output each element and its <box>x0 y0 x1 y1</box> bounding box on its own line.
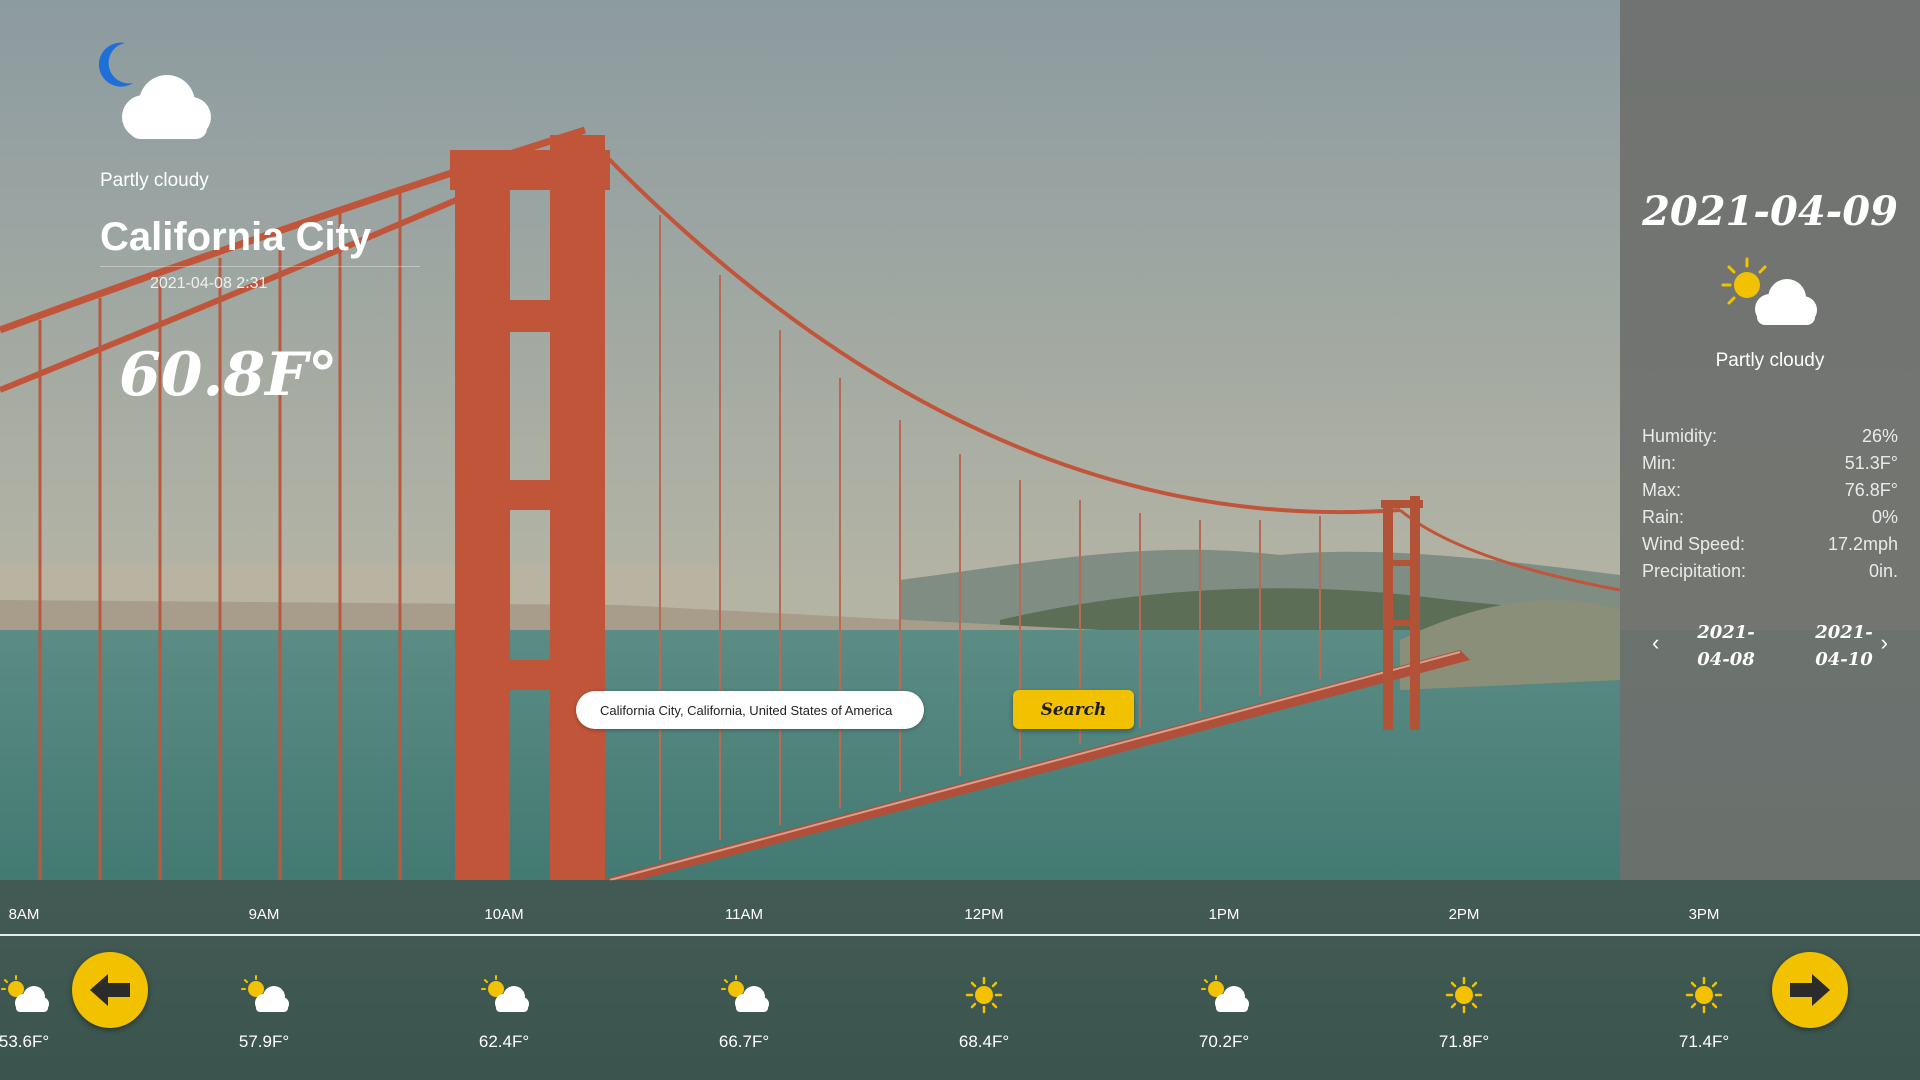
hour-temperature: 68.4F° <box>958 1032 1010 1051</box>
hour-label: 3PM <box>1688 906 1720 923</box>
sun-cloud-icon <box>481 975 529 1012</box>
city-name: California City <box>100 215 420 267</box>
scroll-right-button[interactable] <box>1772 952 1848 1028</box>
stat-label: Min: <box>1642 453 1677 473</box>
location-search-input[interactable] <box>576 691 924 729</box>
stat-value: 26% <box>1861 426 1898 446</box>
current-weather: Partly cloudy California City 2021-04-08… <box>95 35 420 410</box>
previous-day-button[interactable]: 2021- 04-08 <box>1691 619 1761 673</box>
hour-temperature: 70.2F° <box>1198 1032 1250 1051</box>
stat-value: 17.2mph <box>1827 534 1898 554</box>
hourly-divider <box>0 934 1920 936</box>
sun-cloud-icon <box>1 975 49 1012</box>
hour-label: 1PM <box>1208 906 1240 923</box>
next-day-year: 2021- <box>1815 622 1873 643</box>
arrow-right-icon <box>1790 974 1830 1006</box>
stat-label: Precipitation: <box>1642 561 1747 581</box>
stat-wind-speed: Wind Speed: 17.2mph <box>1642 534 1898 561</box>
chevron-right-icon[interactable]: › <box>1881 630 1888 656</box>
hour-label: 2PM <box>1448 906 1480 923</box>
hour-label: 12PM <box>964 906 1004 923</box>
sun-icon <box>1685 976 1723 1014</box>
moon-cloud-icon <box>95 35 235 145</box>
stat-max: Max: 76.8F° <box>1642 480 1898 507</box>
hour-temperature: 66.7F° <box>718 1032 770 1051</box>
next-day-button[interactable]: 2021- 04-10 <box>1809 619 1879 673</box>
stat-label: Rain: <box>1642 507 1685 527</box>
forecast-condition: Partly cloudy <box>1715 350 1825 371</box>
current-condition: Partly cloudy <box>100 170 209 191</box>
forecast-stats: Humidity: 26% Min: 51.3F° Max: 76.8F° Ra… <box>1642 426 1898 588</box>
hour-label: 11AM <box>724 906 764 923</box>
sun-cloud-icon <box>241 975 289 1012</box>
stat-label: Wind Speed: <box>1642 534 1746 554</box>
sun-cloud-icon <box>721 975 769 1012</box>
hour-label: 8AM <box>8 906 40 923</box>
forecast-date: 2021-04-09 <box>1642 188 1898 235</box>
daily-forecast-panel: 2021-04-09 Partly cloudy Humidity: 26% M… <box>1620 0 1920 880</box>
current-datetime: 2021-04-08 2:31 <box>150 275 268 292</box>
hour-label: 10AM <box>484 906 524 923</box>
previous-day-monthday: 04-08 <box>1697 649 1755 670</box>
chevron-left-icon[interactable]: ‹ <box>1652 630 1659 656</box>
cloud-icon <box>122 75 211 139</box>
hour-temperature: 62.4F° <box>478 1032 530 1051</box>
search-button[interactable]: Search <box>1013 690 1134 729</box>
hourly-forecast: 8AM 53.6F° 9AM 57.9F° 10AM 62.4F° 11AM 6… <box>0 880 1920 1080</box>
scroll-left-button[interactable] <box>72 952 148 1028</box>
stat-rain: Rain: 0% <box>1642 507 1898 534</box>
stat-value: 76.8F° <box>1844 480 1898 500</box>
stat-min: Min: 51.3F° <box>1642 453 1898 480</box>
hour-temperature: 57.9F° <box>238 1032 290 1051</box>
stat-humidity: Humidity: 26% <box>1642 426 1898 453</box>
hour-temperature: 71.4F° <box>1678 1032 1730 1051</box>
sun-cloud-icon <box>1721 257 1817 325</box>
stat-label: Max: <box>1642 480 1682 500</box>
previous-day-year: 2021- <box>1697 622 1755 643</box>
stat-value: 51.3F° <box>1844 453 1898 473</box>
stat-precipitation: Precipitation: 0in. <box>1642 561 1898 588</box>
stat-value: 0% <box>1871 507 1898 527</box>
hour-temperature: 71.8F° <box>1438 1032 1490 1051</box>
forecast-date-nav: ‹ 2021- 04-08 2021- 04-10 › <box>1620 615 1920 675</box>
hour-label: 9AM <box>248 906 280 923</box>
current-temperature: 60.8F° <box>119 340 338 410</box>
stat-label: Humidity: <box>1642 426 1718 446</box>
sun-icon <box>965 976 1003 1014</box>
hour-temperature: 53.6F° <box>0 1032 50 1051</box>
sun-cloud-icon <box>1201 975 1249 1012</box>
stat-value: 0in. <box>1868 561 1898 581</box>
next-day-monthday: 04-10 <box>1815 649 1873 670</box>
sun-icon <box>1445 976 1483 1014</box>
arrow-left-icon <box>90 974 130 1006</box>
